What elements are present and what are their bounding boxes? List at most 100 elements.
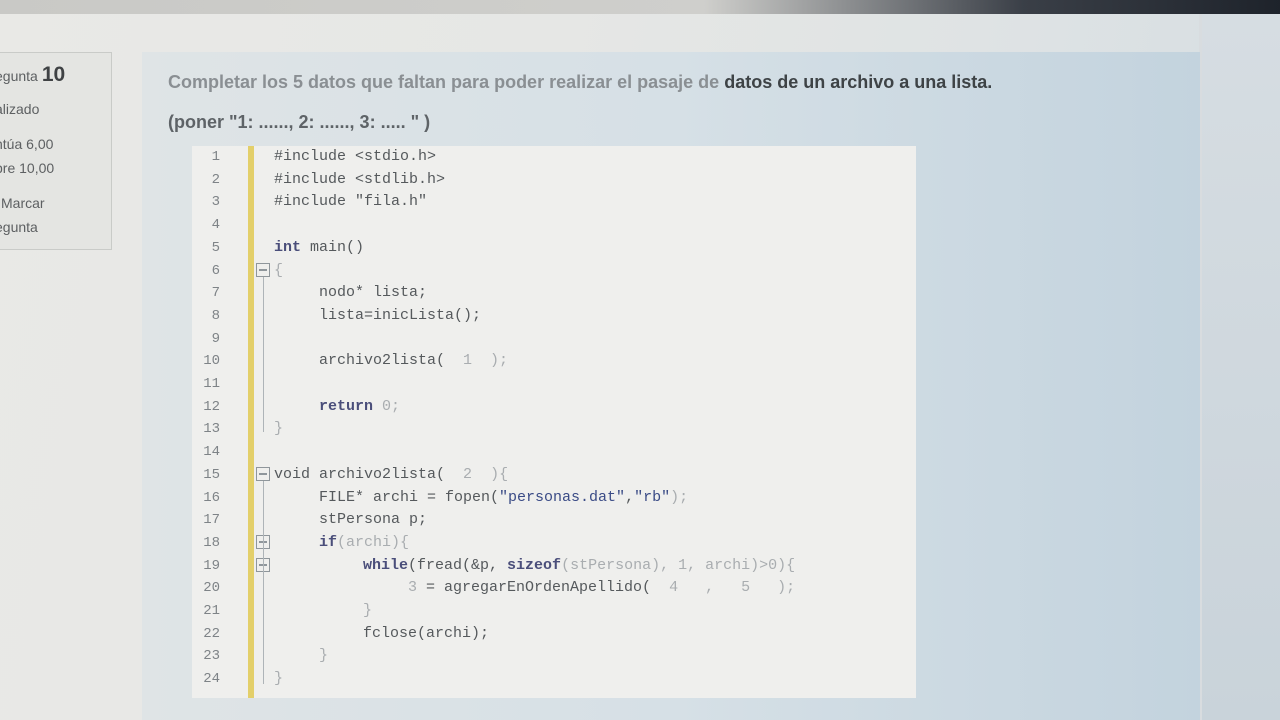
code-line-3: 3 #include "fila.h" — [192, 191, 916, 214]
line-number: 1 — [211, 149, 220, 165]
code-text: if(archi){ — [319, 532, 409, 555]
code-line-8: 8 lista=inicLista(); — [192, 305, 916, 328]
fold-toggle-icon[interactable] — [256, 466, 270, 481]
code-fragment: (stPersona), 1, archi)>0){ — [561, 556, 796, 574]
line-number: 7 — [211, 285, 220, 302]
blank-5: 5 — [714, 579, 778, 597]
line-number: 10 — [203, 353, 220, 370]
question-text-part2: datos de un archivo a una lista. — [724, 72, 993, 92]
code-line-10: 10 archivo2lista( 1 ); — [192, 350, 916, 373]
code-line-13: 13} — [192, 418, 916, 441]
string-literal: "personas.dat" — [499, 488, 626, 506]
question-label: egunta — [0, 68, 38, 84]
line-number: 17 — [203, 512, 220, 529]
window-right-edge — [1199, 14, 1280, 720]
code-fragment: archivo2lista( — [310, 465, 446, 483]
line-number: 6 — [211, 262, 220, 279]
keyword: void — [274, 465, 311, 483]
code-fragment: ){ — [490, 465, 509, 483]
line-number: 18 — [203, 534, 220, 551]
code-line-7: 7 nodo* lista; — [192, 282, 916, 305]
code-text: lista=inicLista(); — [319, 306, 482, 324]
status-text: alizado — [0, 101, 40, 117]
code-text: FILE* archi = fopen("personas.dat","rb")… — [319, 487, 688, 510]
fold-guide-line — [263, 481, 264, 684]
line-number: 23 — [203, 648, 220, 665]
code-text: stPersona p; — [319, 511, 428, 529]
code-line-9: 9 — [192, 328, 916, 351]
keyword: return — [319, 397, 374, 415]
code-line-24: 24} — [192, 668, 916, 691]
code-fragment: FILE* archi = fopen( — [319, 488, 500, 506]
fold-guide-line — [263, 277, 264, 432]
line-number: 21 — [203, 603, 220, 619]
line-number: 2 — [211, 171, 220, 188]
line-number: 19 — [203, 557, 220, 574]
code-line-2: 2 #include <stdlib.h> — [192, 169, 916, 192]
line-number: 13 — [203, 421, 220, 438]
line-number: 14 — [203, 444, 220, 461]
code-line-15: 15 void archivo2lista( 2 ){ — [192, 464, 916, 487]
flag-question-button[interactable]: Marcar — [1, 195, 45, 211]
blank-2: 2 — [445, 465, 491, 483]
code-line-14: 14 — [192, 441, 916, 464]
code-line-16: 16 FILE* archi = fopen("personas.dat","rb… — [192, 487, 916, 510]
line-number: 4 — [211, 217, 220, 234]
line-number: 9 — [211, 330, 220, 347]
question-number: 10 — [41, 63, 66, 86]
question-info-panel: egunta10 alizado ntúa 6,00 bre 10,00 Mar… — [0, 52, 112, 250]
max-score-text: bre 10,00 — [0, 160, 55, 176]
line-number: 3 — [211, 194, 220, 211]
code-line-20: 20 3 = agregarEnOrdenApellido( 4 , 5 ); — [192, 577, 916, 600]
blank-3: 3 — [408, 579, 418, 597]
code-fragment: archivo2lista( — [319, 352, 446, 370]
code-fragment: main() — [301, 238, 365, 256]
keyword: sizeof — [507, 556, 562, 574]
code-line-11: 11 — [192, 373, 916, 396]
code-text: } — [274, 670, 284, 688]
code-line-12: 12 return 0; — [192, 396, 916, 419]
code-text: return 0; — [319, 396, 400, 419]
code-line-18: 18 if(archi){ — [192, 532, 916, 555]
blank-4: 4 — [651, 579, 706, 597]
code-line-21: 21} — [192, 600, 916, 623]
code-text: 3 = agregarEnOrdenApellido( 4 , 5 ); — [408, 577, 795, 600]
fold-toggle-icon[interactable] — [256, 262, 270, 277]
code-fragment: ); — [777, 579, 796, 597]
code-text: int main() — [274, 237, 364, 260]
code-line-5: 5 int main() — [192, 237, 916, 260]
score-text: ntúa 6,00 — [0, 136, 54, 152]
code-fragment: (archi){ — [337, 533, 410, 551]
code-image: 1 #include <stdio.h> 2 #include <stdlib.h>… — [192, 146, 916, 698]
code-line-22: 22 fclose(archi); — [192, 623, 916, 646]
code-line-4: 4 — [192, 214, 916, 237]
line-number: 11 — [203, 376, 220, 392]
screen-top-bar — [0, 0, 1280, 14]
code-text: #include <stdio.h> — [274, 148, 437, 165]
code-fragment: ); — [490, 352, 509, 370]
code-text: { — [274, 261, 284, 279]
line-number: 12 — [203, 398, 220, 415]
string-literal: "rb" — [634, 488, 671, 506]
code-text: } — [363, 602, 373, 619]
code-text: archivo2lista( 1 ); — [319, 350, 508, 373]
line-number: 24 — [203, 671, 220, 688]
question-number-label: egunta10 — [0, 63, 65, 87]
code-line-1: 1 #include <stdio.h> — [192, 146, 916, 169]
code-line-6: 6{ — [192, 260, 916, 283]
code-text: #include <stdlib.h> — [274, 170, 446, 188]
code-text: nodo* lista; — [319, 284, 428, 302]
code-line-23: 23} — [192, 645, 916, 668]
code-text: } — [274, 420, 284, 438]
code-text: } — [319, 647, 329, 665]
line-number: 16 — [203, 489, 220, 506]
code-fragment: , — [625, 488, 635, 506]
line-number: 20 — [203, 580, 220, 597]
flag-question-label[interactable]: egunta — [0, 219, 38, 235]
code-text: fclose(archi); — [363, 624, 490, 642]
code-fragment: (fread(&p, — [408, 556, 508, 574]
line-number: 8 — [211, 307, 220, 324]
code-line-19: 19 while(fread(&p, sizeof(stPersona), 1, … — [192, 555, 916, 578]
code-text: while(fread(&p, sizeof(stPersona), 1, ar… — [363, 555, 795, 578]
code-text: #include "fila.h" — [274, 193, 428, 211]
